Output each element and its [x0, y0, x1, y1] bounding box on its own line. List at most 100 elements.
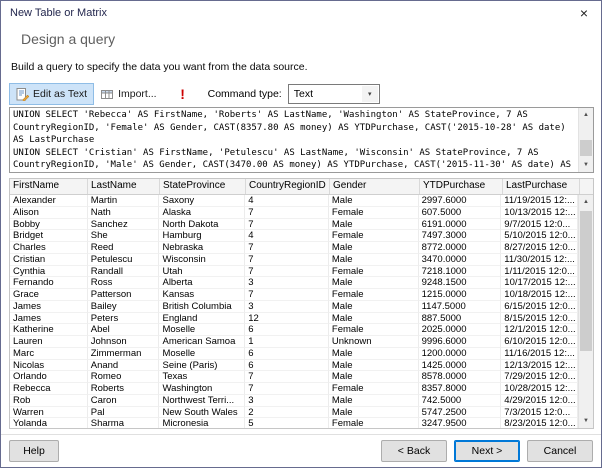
column-header-firstname[interactable]: FirstName [10, 179, 88, 194]
table-cell: North Dakota [159, 218, 246, 231]
table-cell: 1147.5000 [418, 300, 502, 313]
table-cell: 9996.6000 [418, 336, 502, 348]
table-cell: Male [328, 394, 419, 407]
table-cell: Female [328, 206, 419, 219]
command-type-select[interactable]: Text ▾ [287, 84, 380, 104]
edit-as-text-button[interactable]: Edit as Text [9, 83, 95, 105]
table-row[interactable]: Orlando Romeo Texas 7 Male 8578.0000 7/29/2015… [10, 371, 578, 383]
table-cell: Romeo [87, 371, 160, 383]
table-cell: 8/27/2015 12:0... [501, 242, 578, 254]
table-cell: Saxony [159, 195, 246, 207]
table-cell: Male [328, 312, 419, 325]
run-query-icon[interactable]: ! [176, 86, 190, 102]
table-cell: Nath [87, 206, 160, 219]
column-header-gender[interactable]: Gender [330, 179, 420, 194]
table-cell: Moselle [159, 347, 246, 360]
table-cell: Alison [10, 206, 88, 219]
cancel-button[interactable]: Cancel [527, 440, 593, 462]
table-row[interactable]: Cristian Petulescu Wisconsin 7 Male 3470.0000… [10, 253, 578, 266]
table-row[interactable]: Cynthia Randall Utah 7 Female 7218.1000 1/11/2… [10, 265, 578, 278]
close-icon[interactable]: × [569, 3, 599, 23]
column-header-ytdpurchase[interactable]: YTDPurchase [420, 179, 503, 194]
scroll-up-icon[interactable]: ▲ [579, 195, 593, 209]
table-cell: 8357.8000 [418, 383, 502, 395]
table-cell: Roberts [87, 383, 160, 395]
grid-vertical-scrollbar[interactable]: ▲ ▼ [578, 195, 593, 428]
page-title: Design a query [21, 31, 116, 47]
table-row[interactable]: Bridget She Hamburg 4 Female 7497.3000 5/10/20… [10, 230, 578, 242]
table-cell: Reed [87, 242, 160, 254]
table-cell: 4/29/2015 12:0... [501, 394, 578, 407]
table-row[interactable]: James Bailey British Columbia 3 Male 1147.500… [10, 300, 578, 313]
table-cell: 10/18/2015 12:... [501, 289, 578, 301]
table-cell: Alexander [10, 195, 88, 207]
table-cell: 10/28/2015 12:... [501, 383, 578, 395]
table-row[interactable]: Nicolas Anand Seine (Paris) 6 Male 1425.0000 1… [10, 359, 578, 372]
table-cell: 3470.0000 [418, 253, 502, 266]
table-cell: Rebecca [10, 383, 88, 395]
scrollbar-track[interactable] [579, 209, 593, 414]
table-row[interactable]: Alison Nath Alaska 7 Female 607.5000 10/13/201… [10, 206, 578, 219]
table-cell: Kansas [159, 289, 246, 301]
table-row[interactable]: Yolanda Sharma Micronesia 5 Female 3247.9500 8… [10, 418, 578, 428]
column-header-lastpurchase[interactable]: LastPurchase [503, 179, 580, 194]
query-vertical-scrollbar[interactable]: ▲ ▼ [578, 108, 593, 172]
table-cell: James [10, 300, 88, 313]
table-row[interactable]: Marc Zimmerman Moselle 6 Male 1200.0000 11/16/… [10, 347, 578, 360]
column-header-stateprovince[interactable]: StateProvince [160, 179, 246, 194]
table-cell: Bridget [10, 230, 88, 242]
table-cell: Sanchez [87, 218, 160, 231]
import-button[interactable]: Import... [94, 83, 164, 105]
table-cell: Patterson [87, 289, 160, 301]
table-cell: England [159, 312, 246, 325]
window-title: New Table or Matrix [10, 7, 107, 19]
scroll-down-icon[interactable]: ▼ [579, 158, 593, 172]
table-row[interactable]: Bobby Sanchez North Dakota 7 Male 6191.0000 9/… [10, 218, 578, 231]
table-cell: Bailey [87, 300, 160, 313]
table-cell: 7 [245, 289, 329, 301]
query-editor[interactable]: UNION SELECT 'Rebecca' AS FirstName, 'Ro… [9, 107, 594, 173]
table-row[interactable]: Charles Reed Nebraska 7 Male 8772.0000 8/27/20… [10, 242, 578, 254]
query-line: CountryRegionID, 'Female' AS Gender, CAS… [13, 122, 566, 133]
table-cell: Ross [87, 277, 160, 289]
table-cell: James [10, 312, 88, 325]
table-cell: Moselle [159, 324, 246, 336]
table-cell: Female [328, 324, 419, 336]
table-cell: 1215.0000 [418, 289, 502, 301]
scrollbar-thumb[interactable] [580, 140, 592, 156]
scrollbar-thumb[interactable] [580, 211, 592, 351]
table-row[interactable]: Lauren Johnson American Samoa 1 Unknown 9996.… [10, 336, 578, 348]
scrollbar-track[interactable] [579, 122, 593, 158]
table-row[interactable]: Katherine Abel Moselle 6 Female 2025.0000 12/1… [10, 324, 578, 336]
table-cell: Orlando [10, 371, 88, 383]
table-row[interactable]: James Peters England 12 Male 887.5000 8/15/201… [10, 312, 578, 325]
help-button[interactable]: Help [9, 440, 59, 462]
table-cell: Sharma [88, 418, 160, 428]
table-row[interactable]: Fernando Ross Alberta 3 Male 9248.1500 10/17/2… [10, 277, 578, 289]
import-label: Import... [118, 88, 157, 100]
table-cell: 2 [245, 406, 329, 419]
table-row[interactable]: Warren Pal New South Wales 2 Male 5747.2500 7/… [10, 406, 578, 419]
scroll-up-icon[interactable]: ▲ [579, 108, 593, 122]
next-button[interactable]: Next > [454, 440, 520, 462]
table-cell: Seine (Paris) [159, 359, 246, 372]
column-header-lastname[interactable]: LastName [88, 179, 160, 194]
table-row[interactable]: Grace Patterson Kansas 7 Female 1215.0000 10/1… [10, 289, 578, 301]
table-cell: 12/1/2015 12:0... [501, 324, 578, 336]
query-toolbar: Edit as Text Import... ! Command type: T… [9, 83, 380, 105]
column-header-countryregionid[interactable]: CountryRegionID [246, 179, 330, 194]
scroll-down-icon[interactable]: ▼ [579, 414, 593, 428]
table-row[interactable]: Rob Caron Northwest Terri... 3 Male 742.5000 4… [10, 394, 578, 407]
table-cell: Johnson [87, 336, 160, 348]
table-cell: Male [328, 218, 419, 231]
table-cell: 5/10/2015 12:0... [501, 230, 578, 242]
table-row[interactable]: Alexander Martin Saxony 4 Male 2997.6000 11/19… [10, 195, 578, 207]
query-line: AS LastPurchase [13, 135, 95, 146]
table-cell: She [87, 230, 160, 242]
back-button[interactable]: < Back [381, 440, 447, 462]
table-cell: 7 [245, 371, 329, 383]
table-cell: Texas [159, 371, 246, 383]
edit-text-icon [16, 87, 30, 102]
table-cell: 6 [245, 359, 329, 372]
table-row[interactable]: Rebecca Roberts Washington 7 Female 8357.8000… [10, 383, 578, 395]
